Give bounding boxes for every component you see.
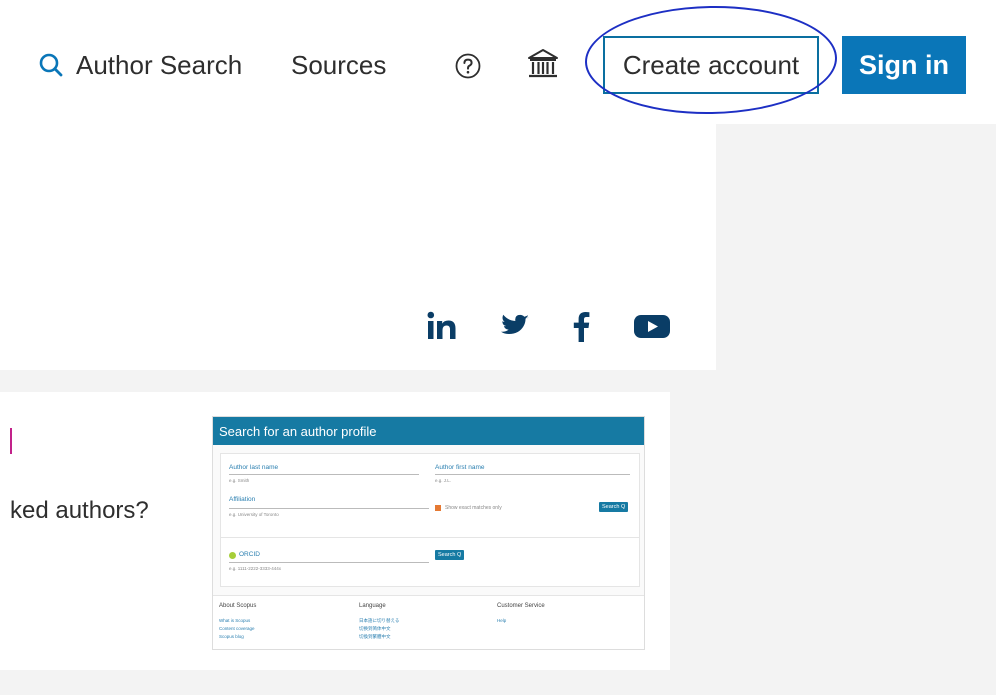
section-divider [0, 370, 716, 392]
social-card [0, 128, 716, 370]
page-background-bottom [0, 670, 996, 695]
preview-language-link: 切換到繁體中文 [359, 634, 391, 639]
preview-affiliation-label: Affiliation [229, 496, 256, 503]
preview-affiliation-field [229, 508, 429, 509]
youtube-icon[interactable] [633, 310, 671, 342]
preview-first-name-hint: e.g. J.L. [435, 478, 452, 483]
preview-orcid-search-button: Search Q [435, 550, 465, 560]
preview-last-name-label: Author last name [229, 464, 279, 471]
preview-last-name-hint: e.g. Smith [229, 478, 250, 483]
search-icon [39, 53, 63, 77]
page-background-lower-right [670, 392, 996, 670]
preview-orcid-hint: e.g. 1111-2222-3333-444x [229, 566, 282, 571]
preview-service-heading: Customer Service [497, 603, 545, 609]
preview-name-form: Author last name e.g. Smith Author first… [220, 453, 640, 545]
orcid-icon [229, 552, 236, 559]
preview-exact-checkbox [435, 505, 441, 511]
institution-icon[interactable] [526, 47, 560, 81]
accent-mark [10, 428, 12, 454]
preview-last-name-field [229, 474, 419, 475]
preview-about-link: What is Scopus [219, 618, 251, 623]
facebook-icon[interactable] [572, 310, 590, 342]
author-search-preview-image: Search for an author profile Author last… [212, 416, 645, 650]
preview-language-heading: Language [359, 603, 386, 609]
preview-affiliation-hint: e.g. University of Toronto [229, 512, 279, 517]
preview-search-button: Search Q [599, 502, 629, 512]
preview-service-link: Help [497, 618, 507, 623]
sign-in-button[interactable]: Sign in [842, 36, 966, 94]
preview-language-link: 日本語に切り替える [359, 618, 400, 623]
author-search-link[interactable]: Author Search [38, 48, 242, 82]
preview-orcid-label: ORCID [239, 551, 260, 558]
feature-question-text: ked authors? [10, 497, 149, 524]
help-icon[interactable] [454, 52, 482, 80]
preview-about-link: Scopus blog [219, 634, 244, 639]
preview-language-link: 切换到简体中文 [359, 626, 391, 631]
linkedin-icon[interactable] [426, 310, 458, 342]
twitter-icon[interactable] [500, 310, 530, 342]
preview-orcid-field [229, 562, 429, 563]
author-search-label: Author Search [76, 50, 243, 80]
create-account-button[interactable]: Create account [603, 36, 819, 94]
preview-first-name-field [435, 474, 630, 475]
sources-link[interactable]: Sources [291, 48, 386, 82]
preview-first-name-label: Author first name [435, 464, 485, 471]
top-navigation: Author Search Sources Create account Sig… [0, 0, 996, 128]
preview-exact-label: Show exact matches only [445, 505, 502, 511]
preview-about-link: Content coverage [219, 626, 255, 631]
preview-orcid-form: ORCID e.g. 1111-2222-3333-444x Search Q [220, 537, 640, 587]
preview-footer: About Scopus What is Scopus Content cove… [213, 595, 644, 649]
preview-title: Search for an author profile [213, 417, 644, 445]
preview-about-heading: About Scopus [219, 603, 257, 609]
